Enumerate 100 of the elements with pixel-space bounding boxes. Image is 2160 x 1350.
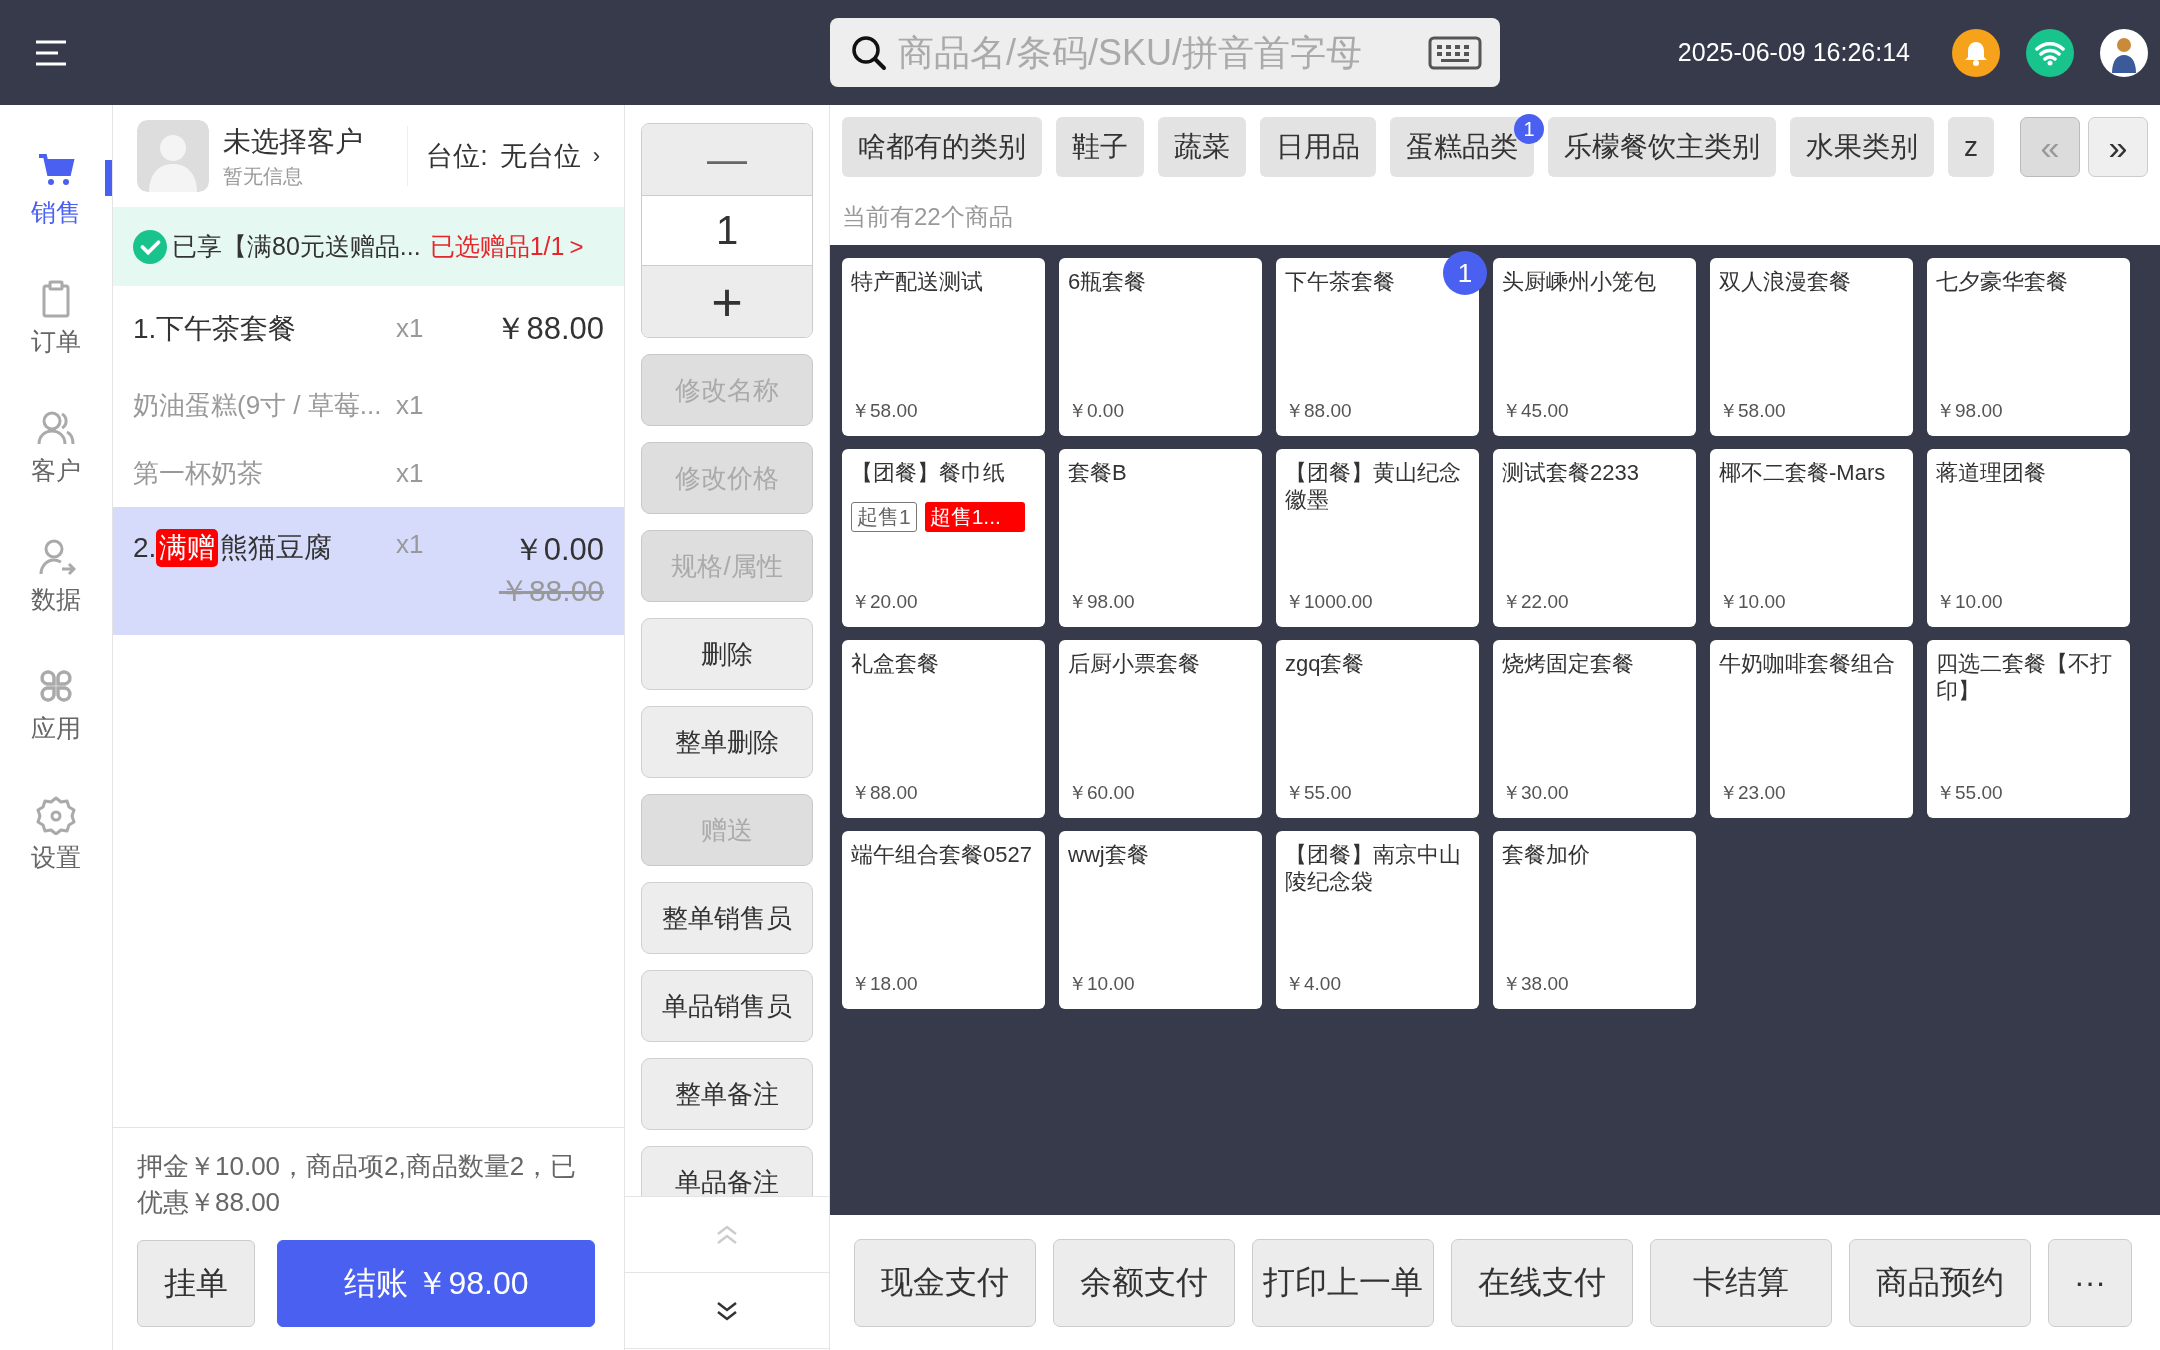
product-price: ￥58.00 bbox=[851, 399, 919, 423]
plus-button[interactable]: + bbox=[642, 266, 812, 337]
product-card[interactable]: wwj套餐 ￥10.00 bbox=[1059, 831, 1262, 1009]
wifi-icon[interactable] bbox=[2026, 28, 2074, 77]
product-price: ￥4.00 bbox=[1285, 972, 1342, 996]
cart-item[interactable]: 2.满赠 熊猫豆腐 x1 ￥0.00 ￥88.00 bbox=[113, 507, 624, 635]
product-price: ￥22.00 bbox=[1502, 590, 1570, 614]
original-price: ￥88.00 bbox=[498, 573, 604, 609]
item-quantity: x1 bbox=[396, 529, 425, 560]
action-button[interactable]: 单品备注 bbox=[641, 1146, 813, 1196]
quantity-field[interactable]: 1 bbox=[642, 195, 812, 266]
product-price: ￥38.00 bbox=[1502, 972, 1570, 996]
product-card[interactable]: 套餐B ￥98.00 bbox=[1059, 449, 1262, 627]
product-price: ￥55.00 bbox=[1936, 781, 2004, 805]
nav-item[interactable]: 数据 bbox=[0, 512, 112, 641]
category-tab[interactable]: 鞋子 bbox=[1056, 117, 1144, 177]
sub-item-name: 奶油蛋糕(9寸 / 草莓... bbox=[133, 388, 383, 422]
promo-bar[interactable]: 已享【满80元送赠品... 已选赠品1/1 > bbox=[113, 207, 624, 286]
customer-name: 未选择客户 bbox=[223, 124, 363, 159]
nav-item[interactable]: 设置 bbox=[0, 770, 112, 899]
category-tab[interactable]: 啥都有的类别 bbox=[842, 117, 1042, 177]
product-tag: 起售1 bbox=[851, 502, 917, 532]
product-card[interactable]: 【团餐】餐巾纸 起售1 超售1... ￥20.00 bbox=[842, 449, 1045, 627]
product-card[interactable]: 椰不二套餐-Mars ￥10.00 bbox=[1710, 449, 1913, 627]
product-card[interactable]: 双人浪漫套餐 ￥58.00 bbox=[1710, 258, 1913, 436]
category-tab[interactable]: 水果类别 bbox=[1790, 117, 1934, 177]
keyboard-icon[interactable] bbox=[1428, 35, 1482, 70]
product-price: ￥55.00 bbox=[1285, 781, 1353, 805]
product-name: 椰不二套餐-Mars bbox=[1719, 459, 1886, 486]
nav-item[interactable]: 订单 bbox=[0, 254, 112, 383]
product-card[interactable]: zgq套餐 ￥55.00 bbox=[1276, 640, 1479, 818]
avatar-icon[interactable] bbox=[2100, 28, 2148, 77]
promo-text: 已享【满80元送赠品... bbox=[172, 231, 421, 262]
category-tab[interactable]: 蔬菜 bbox=[1158, 117, 1246, 177]
action-button[interactable]: 整单备注 bbox=[641, 1058, 813, 1130]
payment-button[interactable]: 商品预约 bbox=[1849, 1238, 2031, 1327]
product-card[interactable]: 四选二套餐【不打印】 ￥55.00 bbox=[1927, 640, 2130, 818]
action-button[interactable]: 整单销售员 bbox=[641, 882, 813, 954]
promo-tag: 满赠 bbox=[156, 529, 219, 567]
payment-button[interactable]: 现金支付 bbox=[854, 1238, 1036, 1327]
product-card[interactable]: 后厨小票套餐 ￥60.00 bbox=[1059, 640, 1262, 818]
category-tab[interactable]: 乐檬餐饮主类别 bbox=[1548, 117, 1776, 177]
table-selector[interactable]: 台位: 无台位 › bbox=[407, 126, 600, 186]
product-card[interactable]: 七夕豪华套餐 ￥98.00 bbox=[1927, 258, 2130, 436]
product-card[interactable]: 【团餐】南京中山陵纪念袋 ￥4.00 bbox=[1276, 831, 1479, 1009]
payment-button[interactable]: 余额支付 bbox=[1053, 1238, 1235, 1327]
bell-icon[interactable] bbox=[1952, 28, 2000, 77]
action-button[interactable]: 删除 bbox=[641, 618, 813, 690]
selection-indicator bbox=[105, 160, 112, 196]
product-name: 特产配送测试 bbox=[851, 268, 983, 295]
settings-icon bbox=[36, 795, 76, 835]
product-card[interactable]: 头厨嵊州小笼包 ￥45.00 bbox=[1493, 258, 1696, 436]
product-name: 套餐B bbox=[1068, 459, 1127, 486]
hold-button[interactable]: 挂单 bbox=[137, 1240, 255, 1327]
product-price: ￥23.00 bbox=[1719, 781, 1787, 805]
product-count: 当前有22个商品 bbox=[841, 201, 1014, 232]
search-field[interactable]: 商品名/条码/SKU/拼音首字母 bbox=[830, 18, 1500, 87]
product-card[interactable]: 【团餐】黄山纪念徽墨 ￥1000.00 bbox=[1276, 449, 1479, 627]
action-button[interactable]: 单品销售员 bbox=[641, 970, 813, 1042]
payment-button[interactable]: 打印上一单 bbox=[1252, 1238, 1434, 1327]
product-card[interactable]: 牛奶咖啡套餐组合 ￥23.00 bbox=[1710, 640, 1913, 818]
product-name: wwj套餐 bbox=[1068, 841, 1149, 868]
category-tab[interactable]: 日用品 bbox=[1260, 117, 1376, 177]
product-tag: 超售1... bbox=[924, 502, 1025, 532]
product-card[interactable]: 烧烤固定套餐 ￥30.00 bbox=[1493, 640, 1696, 818]
nav-item[interactable]: 客户 bbox=[0, 383, 112, 512]
payment-button[interactable]: 在线支付 bbox=[1451, 1238, 1633, 1327]
datetime: 2025-06-09 16:26:14 bbox=[1677, 38, 1910, 67]
product-card[interactable]: 6瓶套餐 ￥0.00 bbox=[1059, 258, 1262, 436]
nav-item[interactable]: 销售 bbox=[0, 125, 112, 254]
next-button[interactable]: » bbox=[2088, 117, 2148, 177]
nav-item[interactable]: 应用 bbox=[0, 641, 112, 770]
product-card[interactable]: 特产配送测试 ￥58.00 bbox=[842, 258, 1045, 436]
minus-button[interactable]: — bbox=[642, 124, 812, 195]
product-name: 【团餐】黄山纪念徽墨 bbox=[1285, 459, 1462, 513]
product-name: 七夕豪华套餐 bbox=[1936, 268, 2068, 295]
chevron-icon: > bbox=[569, 232, 584, 261]
item-price: ￥88.00 bbox=[495, 309, 604, 348]
product-card[interactable]: 礼盒套餐 ￥88.00 bbox=[842, 640, 1045, 818]
product-card[interactable]: 套餐加价 ￥38.00 bbox=[1493, 831, 1696, 1009]
scroll-down-icon[interactable] bbox=[715, 1299, 739, 1322]
product-price: ￥10.00 bbox=[1068, 972, 1136, 996]
item-price: ￥0.00 bbox=[512, 531, 604, 569]
product-name: 蒋道理团餐 bbox=[1936, 459, 2046, 486]
checkout-button[interactable]: 结账 ￥98.00 bbox=[277, 1240, 595, 1327]
product-card[interactable]: 端午组合套餐0527 ￥18.00 bbox=[842, 831, 1045, 1009]
more-button[interactable]: ··· bbox=[2048, 1238, 2132, 1327]
cart-item[interactable]: 1.下午茶套餐 x1 ￥88.00 bbox=[113, 286, 624, 371]
item-quantity: x1 bbox=[396, 457, 425, 489]
category-tab[interactable]: z bbox=[1948, 117, 1994, 177]
product-card[interactable]: 蒋道理团餐 ￥10.00 bbox=[1927, 449, 2130, 627]
payment-button[interactable]: 卡结算 bbox=[1650, 1238, 1832, 1327]
customer-avatar bbox=[137, 120, 209, 192]
item-name: 2.满赠 熊猫豆腐 bbox=[133, 529, 388, 567]
product-price: ￥30.00 bbox=[1502, 781, 1570, 805]
product-card[interactable]: 测试套餐2233 ￥22.00 bbox=[1493, 449, 1696, 627]
action-button[interactable]: 整单删除 bbox=[641, 706, 813, 778]
product-price: ￥88.00 bbox=[851, 781, 919, 805]
product-price: ￥10.00 bbox=[1936, 590, 2004, 614]
table-label: 台位: bbox=[426, 140, 488, 173]
